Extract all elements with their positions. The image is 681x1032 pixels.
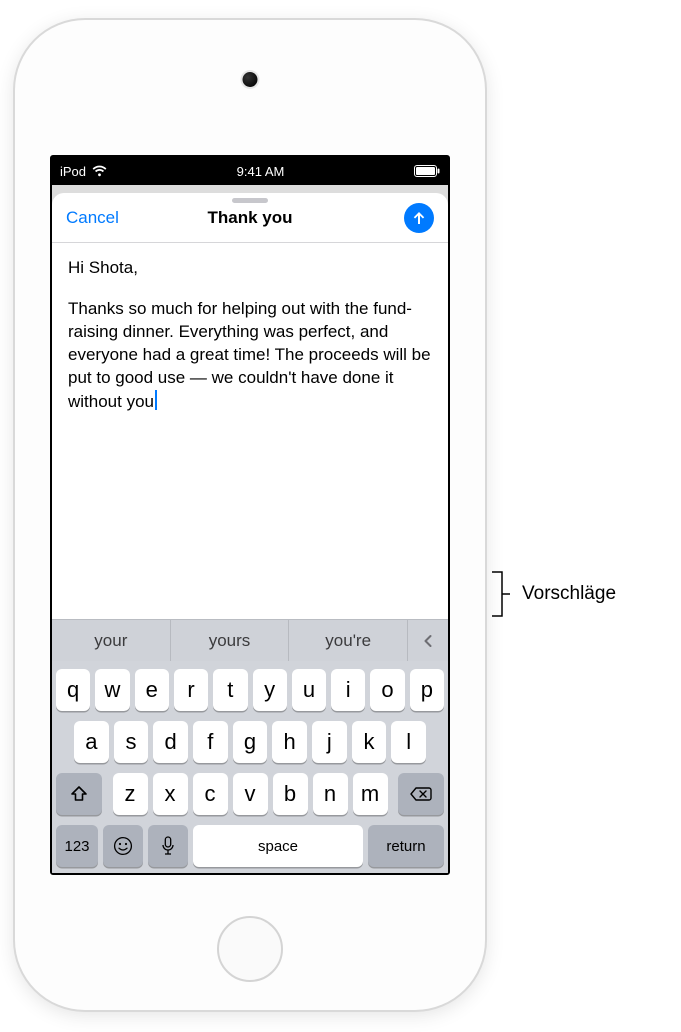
key-h[interactable]: h <box>272 721 307 763</box>
key-k[interactable]: k <box>352 721 387 763</box>
message-body[interactable]: Hi Shota, Thanks so much for helping out… <box>52 243 448 619</box>
clock-label: 9:41 AM <box>107 164 414 179</box>
text-caret <box>155 390 157 410</box>
key-f[interactable]: f <box>193 721 228 763</box>
carrier-label: iPod <box>60 164 86 179</box>
keyboard-row-2: asdfghjkl <box>56 721 444 763</box>
keyboard: qwertyuiop asdfghjkl zxcvbnm 123 <box>52 661 448 873</box>
return-key[interactable]: return <box>368 825 444 867</box>
key-n[interactable]: n <box>313 773 348 815</box>
key-p[interactable]: p <box>410 669 444 711</box>
predictive-bar: your yours you're <box>52 619 448 661</box>
key-r[interactable]: r <box>174 669 208 711</box>
front-camera <box>243 72 258 87</box>
screen: iPod 9:41 AM Cancel Thank you <box>50 155 450 875</box>
key-x[interactable]: x <box>153 773 188 815</box>
callout-bracket-icon <box>490 570 510 618</box>
sheet-grabber[interactable] <box>232 198 268 203</box>
key-v[interactable]: v <box>233 773 268 815</box>
shift-key[interactable] <box>56 773 102 815</box>
key-g[interactable]: g <box>233 721 268 763</box>
space-key[interactable]: space <box>193 825 363 867</box>
key-b[interactable]: b <box>273 773 308 815</box>
numeric-key[interactable]: 123 <box>56 825 98 867</box>
modal-backdrop: Cancel Thank you Hi Shota, Thanks so muc… <box>52 185 448 873</box>
keyboard-row-3: zxcvbnm <box>56 773 444 815</box>
suggestion-2[interactable]: yours <box>171 620 290 661</box>
collapse-suggestions-button[interactable] <box>408 620 448 661</box>
emoji-key[interactable] <box>103 825 143 867</box>
wifi-icon <box>92 165 107 177</box>
keyboard-row-4: 123 space return <box>56 825 444 867</box>
key-q[interactable]: q <box>56 669 90 711</box>
key-e[interactable]: e <box>135 669 169 711</box>
key-y[interactable]: y <box>253 669 287 711</box>
key-j[interactable]: j <box>312 721 347 763</box>
keyboard-row-1: qwertyuiop <box>56 669 444 711</box>
compose-sheet: Cancel Thank you Hi Shota, Thanks so muc… <box>52 193 448 873</box>
suggestion-3[interactable]: you're <box>289 620 408 661</box>
home-button[interactable] <box>217 916 283 982</box>
cancel-button[interactable]: Cancel <box>66 208 119 228</box>
key-z[interactable]: z <box>113 773 148 815</box>
key-l[interactable]: l <box>391 721 426 763</box>
key-w[interactable]: w <box>95 669 129 711</box>
battery-icon <box>414 165 440 177</box>
compose-title: Thank you <box>207 208 292 228</box>
greeting-line: Hi Shota, <box>68 257 432 280</box>
key-c[interactable]: c <box>193 773 228 815</box>
status-left: iPod <box>60 164 107 179</box>
key-i[interactable]: i <box>331 669 365 711</box>
suggestion-1[interactable]: your <box>52 620 171 661</box>
send-button[interactable] <box>404 203 434 233</box>
compose-header: Cancel Thank you <box>52 193 448 243</box>
callout-label: Vorschläge <box>522 583 616 605</box>
backspace-key[interactable] <box>398 773 444 815</box>
body-paragraph: Thanks so much for helping out with the … <box>68 299 435 411</box>
key-o[interactable]: o <box>370 669 404 711</box>
device-frame: iPod 9:41 AM Cancel Thank you <box>15 20 485 1010</box>
key-t[interactable]: t <box>213 669 247 711</box>
status-bar: iPod 9:41 AM <box>52 157 448 185</box>
dictation-key[interactable] <box>148 825 188 867</box>
key-a[interactable]: a <box>74 721 109 763</box>
key-d[interactable]: d <box>153 721 188 763</box>
callout-suggestions: Vorschläge <box>490 570 616 618</box>
status-right <box>414 165 440 177</box>
key-m[interactable]: m <box>353 773 388 815</box>
key-u[interactable]: u <box>292 669 326 711</box>
key-s[interactable]: s <box>114 721 149 763</box>
